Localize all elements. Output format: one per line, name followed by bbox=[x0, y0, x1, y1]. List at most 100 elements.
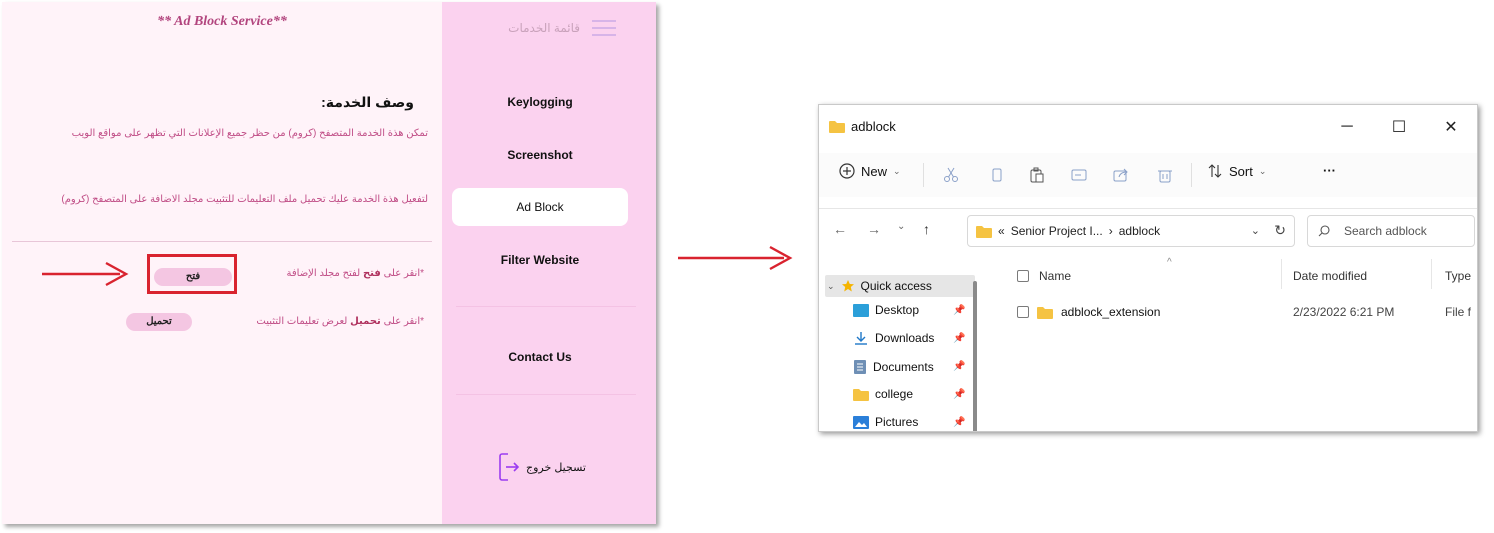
star-icon bbox=[841, 280, 854, 292]
file-explorer-window: adblock ─ ☐ ✕ New ⌄ Sort ⌄ ··· ← → ⌄ ↑ « bbox=[818, 104, 1478, 432]
sidebar-item-ad-block[interactable]: Ad Block bbox=[452, 188, 628, 226]
nav-label: Quick access bbox=[860, 279, 932, 293]
breadcrumb-senior-project[interactable]: Senior Project I... bbox=[1011, 224, 1103, 238]
address-row: ← → ⌄ ↑ « Senior Project I... › adblock … bbox=[819, 208, 1477, 248]
nav-documents[interactable]: Documents bbox=[853, 359, 934, 375]
column-divider bbox=[1281, 259, 1282, 289]
sidebar-item-filter-website[interactable]: Filter Website bbox=[452, 241, 628, 279]
description-line-1: تمكن هذة الخدمة المتصفح (كروم) من حظر جم… bbox=[71, 128, 428, 139]
new-button[interactable]: New ⌄ bbox=[839, 163, 901, 179]
close-button[interactable]: ✕ bbox=[1431, 113, 1471, 141]
sidebar-divider bbox=[456, 306, 636, 307]
search-icon bbox=[1318, 225, 1330, 237]
file-row[interactable]: adblock_extension bbox=[1017, 305, 1160, 319]
nav-college[interactable]: college bbox=[853, 387, 913, 401]
nav-label: college bbox=[875, 387, 914, 401]
pin-icon[interactable]: 📌 bbox=[953, 333, 965, 344]
content-divider bbox=[12, 241, 432, 242]
file-name: adblock_extension bbox=[1061, 305, 1161, 319]
pin-icon[interactable]: 📌 bbox=[953, 305, 965, 316]
nav-downloads[interactable]: Downloads bbox=[853, 331, 934, 345]
hamburger-icon[interactable] bbox=[592, 20, 616, 36]
nav-label: Pictures bbox=[875, 415, 919, 429]
more-options-button[interactable]: ··· bbox=[1323, 163, 1336, 178]
file-type: File f bbox=[1445, 305, 1472, 319]
address-bar[interactable]: « Senior Project I... › adblock ⌄ ↻ bbox=[967, 215, 1295, 247]
column-header-date-modified[interactable]: Date modified bbox=[1293, 269, 1367, 283]
sidebar-item-screenshot[interactable]: Screenshot bbox=[452, 136, 628, 174]
sort-icon bbox=[1208, 164, 1222, 178]
file-date-modified: 2/23/2022 6:21 PM bbox=[1293, 305, 1395, 319]
download-instructions-button[interactable]: تحميل bbox=[126, 313, 192, 331]
nav-label: Documents bbox=[873, 360, 934, 374]
pin-icon[interactable]: 📌 bbox=[953, 361, 965, 372]
open-instruction-prefix: *انقر على bbox=[380, 268, 424, 279]
delete-icon[interactable] bbox=[1157, 167, 1173, 183]
column-name-label: Name bbox=[1039, 269, 1072, 283]
download-instruction: *انقر على تحميل لعرض تعليمات التثبيت bbox=[256, 316, 424, 327]
nav-desktop[interactable]: Desktop bbox=[853, 303, 919, 317]
refresh-icon[interactable]: ↻ bbox=[1274, 222, 1286, 239]
sort-button[interactable]: Sort ⌄ bbox=[1207, 163, 1266, 179]
sidebar-item-contact-us[interactable]: Contact Us bbox=[452, 338, 628, 376]
description-heading: وصف الخدمة: bbox=[321, 94, 414, 110]
paste-icon[interactable] bbox=[1029, 167, 1045, 183]
forward-arrow-icon[interactable]: → bbox=[867, 221, 881, 237]
chevron-down-icon[interactable]: ⌄ bbox=[897, 221, 905, 232]
command-bar: New ⌄ Sort ⌄ ··· bbox=[819, 153, 1477, 197]
nav-pane-scrollbar[interactable] bbox=[973, 281, 977, 431]
logout-label: تسجيل خروج bbox=[526, 461, 586, 474]
open-instruction-keyword: فتح bbox=[362, 268, 381, 279]
plus-circle-icon bbox=[839, 163, 855, 179]
chevron-down-icon: ⌄ bbox=[893, 165, 901, 176]
pin-icon[interactable]: 📌 bbox=[953, 389, 965, 400]
copy-icon[interactable] bbox=[989, 167, 1005, 183]
folder-icon bbox=[1037, 306, 1053, 319]
services-menu-header[interactable]: قائمة الخدمات bbox=[508, 20, 616, 36]
arrow-right-icon bbox=[678, 245, 793, 271]
cut-icon[interactable] bbox=[943, 167, 959, 183]
download-instruction-prefix: *انقر على bbox=[380, 316, 424, 327]
maximize-button[interactable]: ☐ bbox=[1379, 113, 1419, 141]
nav-pictures[interactable]: Pictures bbox=[853, 415, 918, 429]
search-placeholder: Search adblock bbox=[1344, 224, 1427, 238]
chevron-down-icon: ⌄ bbox=[1258, 165, 1267, 176]
minimize-button[interactable]: ─ bbox=[1327, 113, 1367, 141]
download-arrow-icon bbox=[855, 332, 867, 345]
window-title: adblock bbox=[851, 119, 896, 134]
service-title: ** Ad Block Service** bbox=[157, 14, 287, 29]
sort-label: Sort bbox=[1229, 163, 1253, 179]
services-menu-label: قائمة الخدمات bbox=[508, 21, 580, 35]
folder-icon bbox=[976, 225, 992, 238]
toolbar-separator bbox=[923, 163, 924, 187]
pictures-icon bbox=[853, 415, 869, 429]
window-title-bar: adblock bbox=[829, 119, 896, 134]
sidebar-item-keylogging[interactable]: Keylogging bbox=[452, 83, 628, 121]
share-icon[interactable] bbox=[1113, 167, 1129, 183]
column-header-name[interactable]: Name bbox=[1017, 269, 1071, 283]
desktop-folder-icon bbox=[853, 303, 869, 317]
nav-label: Desktop bbox=[875, 303, 920, 317]
breadcrumb-adblock[interactable]: adblock bbox=[1119, 224, 1160, 238]
chevron-down-icon: ⌄ bbox=[827, 280, 835, 291]
up-arrow-icon[interactable]: ↑ bbox=[923, 221, 930, 237]
folder-icon bbox=[829, 121, 845, 133]
highlight-box bbox=[147, 254, 237, 294]
folder-icon bbox=[853, 388, 869, 401]
open-instruction-suffix: لفتح مجلد الإضافة bbox=[286, 268, 363, 279]
logout-link[interactable]: تسجيل خروج bbox=[498, 452, 586, 482]
document-icon bbox=[854, 360, 866, 374]
arrow-right-icon bbox=[42, 261, 129, 287]
row-checkbox[interactable] bbox=[1017, 306, 1029, 318]
select-all-checkbox[interactable] bbox=[1017, 270, 1029, 282]
column-divider bbox=[1431, 259, 1432, 289]
back-arrow-icon[interactable]: ← bbox=[833, 221, 847, 237]
nav-quick-access[interactable]: ⌄ Quick access bbox=[825, 275, 975, 297]
breadcrumb-overflow[interactable]: « bbox=[998, 224, 1005, 238]
search-box[interactable]: Search adblock bbox=[1307, 215, 1475, 247]
pin-icon[interactable]: 📌 bbox=[953, 417, 965, 428]
rename-icon[interactable] bbox=[1071, 167, 1087, 183]
column-header-type[interactable]: Type bbox=[1445, 269, 1471, 283]
breadcrumb-separator: › bbox=[1108, 224, 1113, 238]
chevron-down-icon[interactable]: ⌄ bbox=[1251, 224, 1260, 237]
